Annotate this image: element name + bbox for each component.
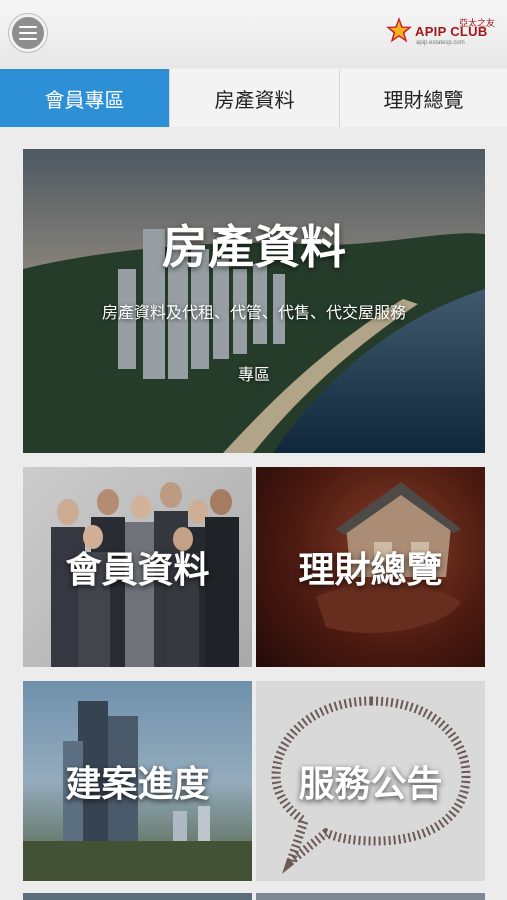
hero-title: 房產資料 bbox=[162, 220, 346, 274]
tab-members[interactable]: 會員專區 bbox=[0, 69, 170, 127]
tile-service-notice[interactable]: 服務公告 bbox=[256, 681, 485, 881]
apip-club-logo[interactable]: APIP CLUB 亞太之友 apip.estatesp.com bbox=[385, 14, 495, 50]
tab-finance[interactable]: 理財總覽 bbox=[340, 69, 507, 127]
hamburger-menu-icon[interactable] bbox=[9, 14, 47, 52]
tile-finance-overview-label: 理財總覽 bbox=[298, 550, 443, 591]
tile-construction-progress-label: 建案進度 bbox=[65, 764, 210, 805]
tile-finance-overview[interactable]: 理財總覽 bbox=[256, 467, 485, 667]
tile-partial-next-left[interactable] bbox=[23, 893, 252, 900]
logo-url: apip.estatesp.com bbox=[416, 40, 465, 46]
tab-property[interactable]: 房產資料 bbox=[170, 69, 340, 127]
tile-service-notice-label: 服務公告 bbox=[298, 764, 443, 805]
hero-subtitle: 房產資料及代租、代管、代售、代交屋服務 bbox=[101, 303, 406, 322]
main-tabs: 會員專區 房產資料 理財總覽 bbox=[0, 69, 507, 127]
hero-subtitle-line2: 專區 bbox=[237, 365, 270, 384]
tile-member-data-label: 會員資料 bbox=[65, 550, 210, 591]
top-bar: APIP CLUB 亞太之友 apip.estatesp.com bbox=[0, 0, 507, 68]
tile-construction-progress[interactable]: 建案進度 bbox=[23, 681, 252, 881]
hero-property-banner[interactable]: 房產資料 房產資料及代租、代管、代售、代交屋服務 專區 bbox=[23, 149, 485, 453]
logo-chinese-text: 亞太之友 bbox=[458, 18, 495, 28]
star-logo-icon bbox=[386, 17, 412, 43]
tile-partial-next-right[interactable] bbox=[256, 893, 485, 900]
tile-member-data[interactable]: 會員資料 bbox=[23, 467, 252, 667]
